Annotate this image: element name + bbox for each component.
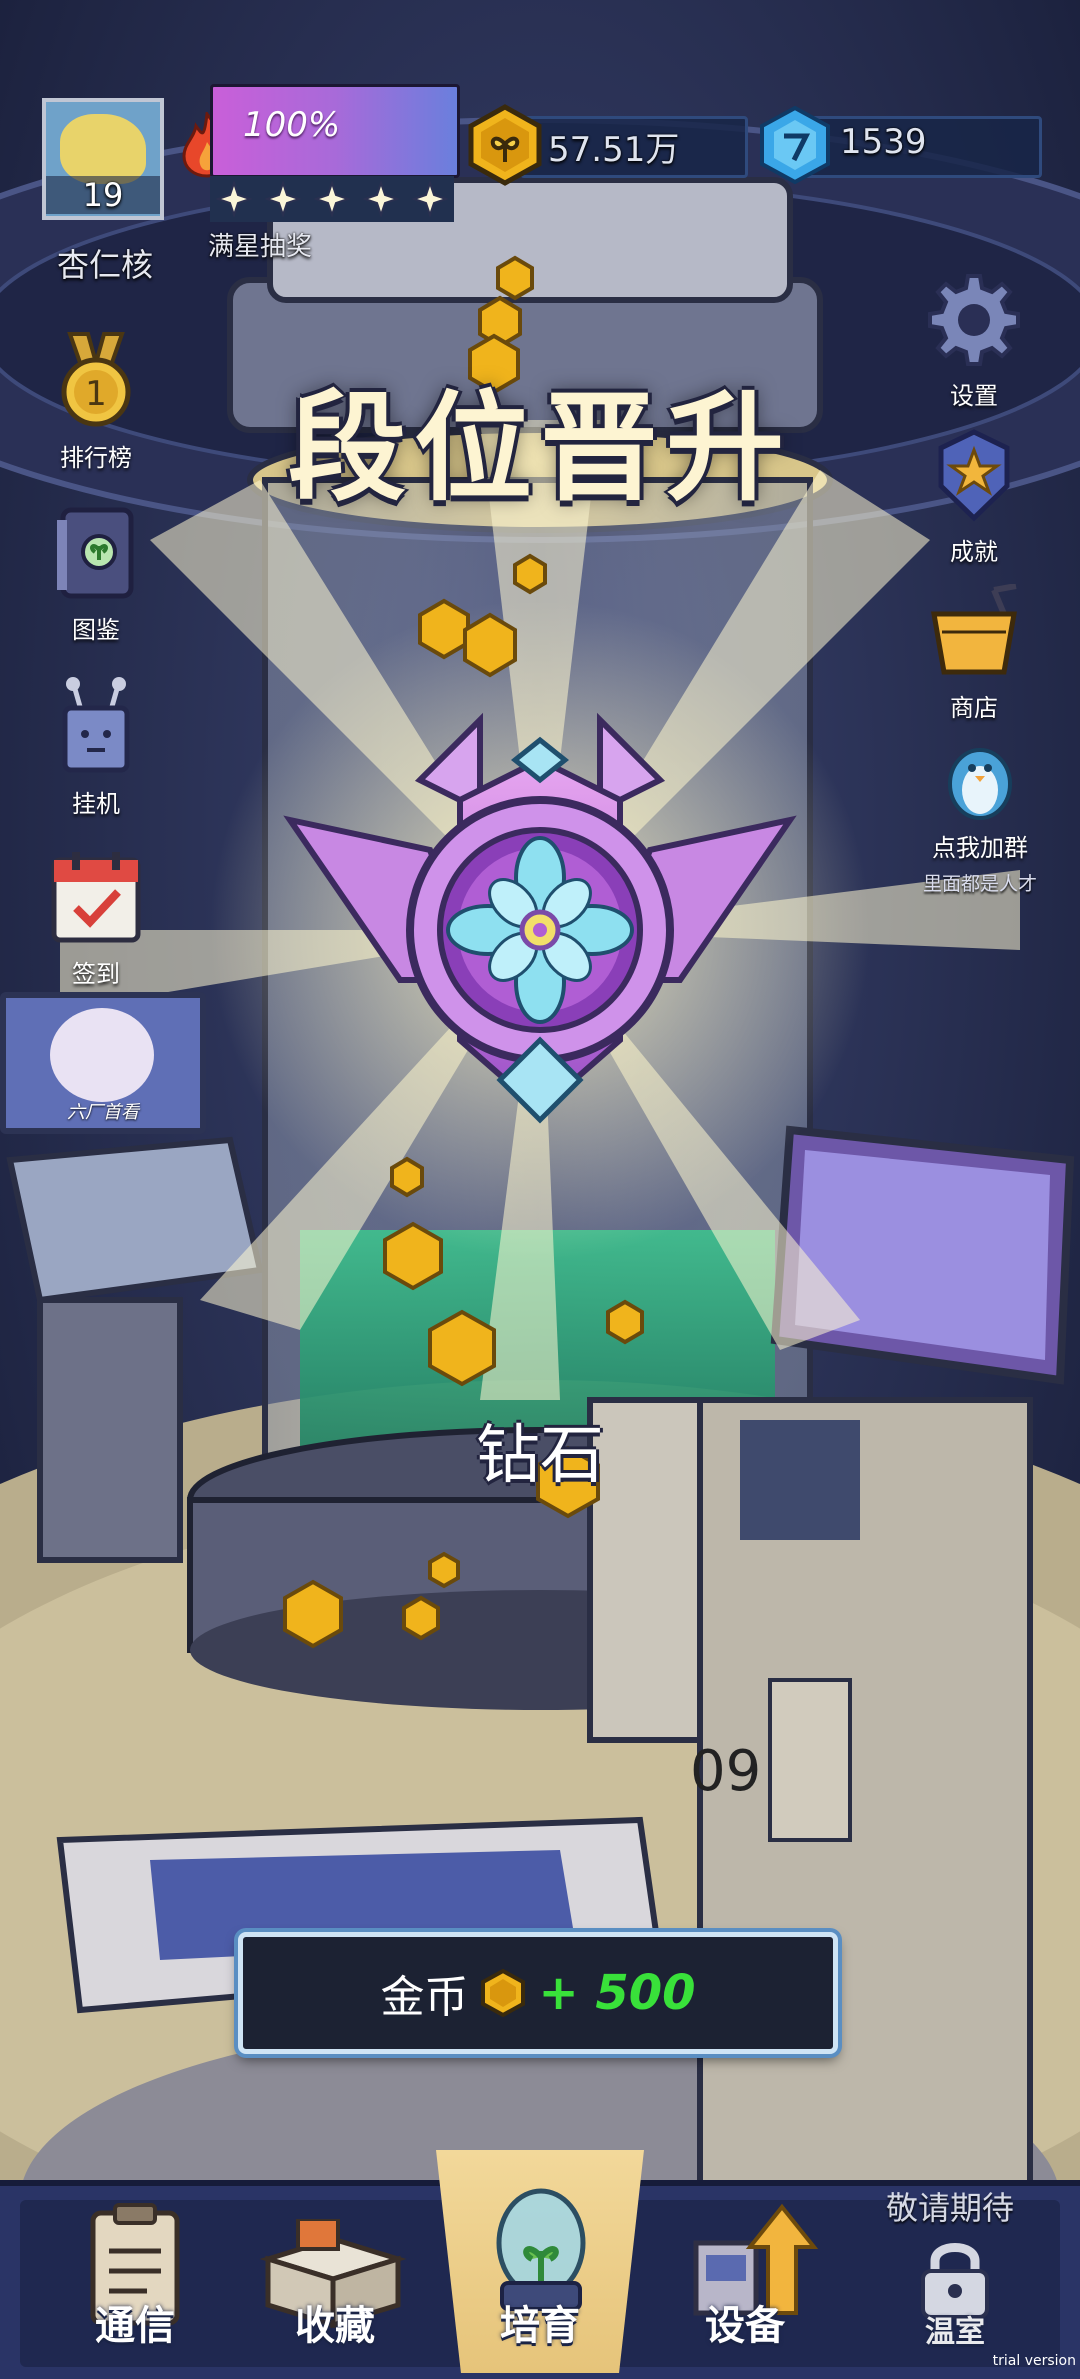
- nav-tab-collection-label: 收藏: [295, 2303, 375, 2349]
- machine-number: 09: [690, 1739, 761, 1804]
- gem-icon: [758, 105, 832, 185]
- gear-icon: [928, 274, 1020, 366]
- star-icon: [216, 181, 253, 217]
- nav-tab-collection[interactable]: 收藏: [240, 2183, 430, 2373]
- diamond-rank-badge: [283, 712, 797, 1124]
- collection-book-label: 图鉴: [72, 616, 120, 644]
- watermark: trial version: [992, 2353, 1076, 2369]
- shop-label: 商店: [950, 694, 998, 722]
- nav-tab-messages-label: 通信: [95, 2303, 175, 2349]
- coin-icon: [464, 104, 546, 186]
- player-avatar[interactable]: 19: [42, 98, 164, 220]
- coin-amount: 57.51万: [548, 130, 680, 170]
- reward-panel[interactable]: 金币 + 500: [238, 1932, 838, 2054]
- star-row: [210, 176, 454, 222]
- star-icon: [265, 181, 302, 217]
- medal-icon: 1: [61, 332, 131, 427]
- nav-tab-equipment-label: 设备: [705, 2303, 785, 2349]
- leaderboard-button[interactable]: 1 排行榜: [26, 330, 166, 473]
- nav-tab-equipment[interactable]: 设备: [650, 2183, 840, 2373]
- calendar-icon: [51, 852, 141, 943]
- star-icon: [411, 181, 448, 217]
- gem-amount: 1539: [840, 122, 927, 162]
- ad-banner-image: [50, 1008, 154, 1102]
- idle-label: 挂机: [72, 790, 120, 818]
- star-icon: [313, 181, 350, 217]
- coin-icon: [481, 1969, 526, 2017]
- shop-button[interactable]: 商店: [904, 583, 1044, 723]
- star-icon: [362, 181, 399, 217]
- robot-icon: [62, 677, 130, 773]
- book-icon: [57, 507, 134, 599]
- promotion-title: 段位晋升: [287, 379, 792, 517]
- rank-name: 钻石: [476, 1419, 604, 1493]
- player-name: 杏仁核: [56, 246, 153, 284]
- idle-button[interactable]: 挂机: [26, 676, 166, 819]
- nav-tab-greenhouse-label: 温室: [925, 2315, 985, 2350]
- shop-icon: [931, 583, 1017, 675]
- join-group-label: 点我加群: [932, 834, 1028, 862]
- achievements-button[interactable]: 成就: [904, 428, 1044, 567]
- player-level: 19: [46, 176, 160, 214]
- checkin-button[interactable]: 签到: [26, 850, 166, 989]
- reward-amount: + 500: [538, 1965, 696, 2021]
- achievement-icon: [938, 429, 1010, 522]
- join-group-sublabel: 里面都是人才: [922, 873, 1037, 895]
- reward-label: 金币: [380, 1972, 469, 2023]
- settings-button[interactable]: 设置: [904, 272, 1044, 411]
- settings-label: 设置: [950, 382, 998, 410]
- checkin-label: 签到: [72, 960, 120, 988]
- ad-banner[interactable]: 六厂首看: [0, 992, 206, 1134]
- nav-tab-breeding-label: 培育: [500, 2303, 580, 2349]
- star-lottery-label[interactable]: 满星抽奖: [208, 226, 312, 263]
- svg-text:1: 1: [85, 374, 107, 414]
- ad-banner-label: 六厂首看: [67, 1102, 139, 1123]
- star-progress-percent: 100%: [243, 105, 341, 145]
- coming-soon-label: 敬请期待: [885, 2189, 1014, 2227]
- penguin-icon: [948, 748, 1012, 820]
- join-group-button[interactable]: 点我加群 里面都是人才: [900, 736, 1060, 896]
- nav-tab-greenhouse[interactable]: 敬请期待 温室: [860, 2183, 1050, 2373]
- leaderboard-label: 排行榜: [60, 444, 132, 472]
- collection-book-button[interactable]: 图鉴: [26, 506, 166, 645]
- nav-tab-messages[interactable]: 通信: [40, 2183, 230, 2373]
- player-avatar-image: [60, 114, 146, 184]
- achievements-label: 成就: [950, 538, 998, 566]
- nav-tab-breeding[interactable]: 培育: [446, 2183, 634, 2373]
- star-progress-bar[interactable]: 100%: [210, 84, 460, 178]
